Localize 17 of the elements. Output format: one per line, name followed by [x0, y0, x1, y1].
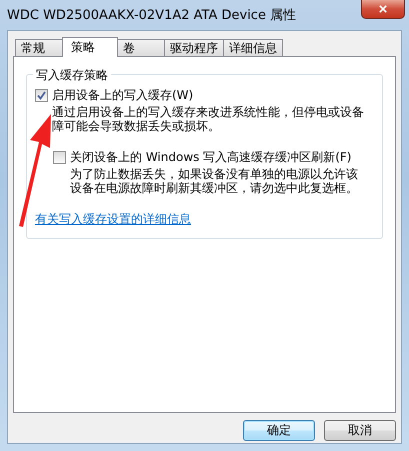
checkbox-label[interactable]: 启用设备上的写入缓存(W): [52, 86, 194, 104]
window-title: WDC WD2500AAKX-02V1A2 ATA Device 属性: [7, 7, 296, 24]
option-description: 通过启用设备上的写入缓存来改进系统性能，但停电或设备障可能会导致数据丢失或损坏。: [52, 105, 364, 133]
tab[interactable]: 策略: [62, 37, 118, 57]
option-description: 为了防止数据丢失，如果设备没有单独的电源以允许该设备在电源故障时刷新其缓冲区，请勿选中此复选框。: [70, 167, 358, 195]
tab[interactable]: 常规: [15, 39, 63, 56]
tab[interactable]: 驱动程序: [164, 39, 224, 56]
tab[interactable]: 卷: [117, 39, 165, 56]
checkbox[interactable]: [35, 88, 48, 102]
checkbox-label[interactable]: 关闭设备上的 Windows 写入高速缓存缓冲区刷新(F): [70, 148, 352, 166]
ok-button[interactable]: 确定: [243, 420, 315, 441]
tab[interactable]: 详细信息: [223, 39, 283, 56]
close-button[interactable]: ×: [361, 0, 405, 19]
checkbox[interactable]: [53, 150, 66, 164]
details-link[interactable]: 有关写入缓存设置的详细信息: [35, 211, 191, 228]
group-title: 写入缓存策略: [33, 67, 111, 84]
cancel-button[interactable]: 取消: [324, 420, 396, 441]
